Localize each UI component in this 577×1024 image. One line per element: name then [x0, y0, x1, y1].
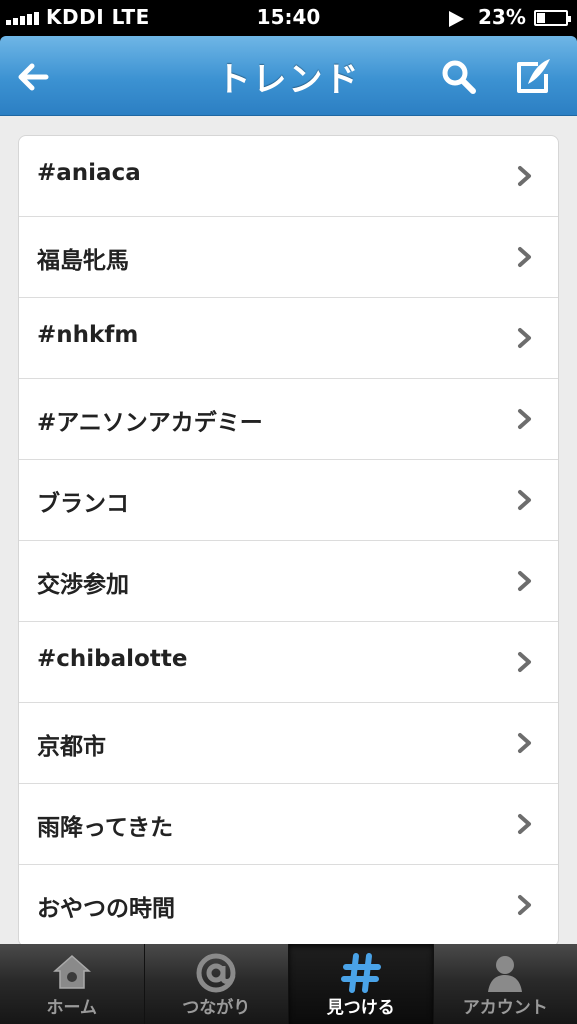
trend-row[interactable]: #aniaca	[19, 136, 558, 217]
trend-label: 雨降ってきた	[37, 815, 174, 841]
chevron-right-icon	[518, 733, 531, 753]
chevron-right-icon	[518, 409, 531, 429]
trend-label: #アニソンアカデミー	[37, 410, 263, 436]
tab-connect[interactable]: つながり	[145, 944, 289, 1024]
tab-bar: ホーム つながり 見つける アカウント	[0, 944, 577, 1024]
tab-discover[interactable]: 見つける	[289, 944, 434, 1024]
chevron-right-icon	[518, 571, 531, 591]
trend-row[interactable]: ブランコ	[19, 460, 558, 541]
chevron-right-icon	[518, 652, 531, 672]
trend-row[interactable]: 交渉参加	[19, 541, 558, 622]
person-icon	[488, 956, 523, 992]
trend-label: 京都市	[37, 734, 106, 760]
trend-label: #aniaca	[37, 160, 141, 186]
chevron-right-icon	[518, 895, 531, 915]
tab-label-discover: 見つける	[326, 998, 395, 1018]
chevron-right-icon	[518, 328, 531, 348]
chevron-right-icon	[518, 814, 531, 834]
status-bar: KDDI LTE 15:40 23%	[0, 0, 577, 36]
trend-row[interactable]: #chibalotte	[19, 622, 558, 703]
trend-label: おやつの時間	[37, 896, 175, 922]
at-icon	[196, 953, 236, 993]
trend-label: 福島牝馬	[37, 248, 129, 274]
battery-icon	[534, 10, 571, 26]
tab-label-connect: つながり	[182, 998, 251, 1018]
search-icon	[442, 60, 476, 94]
home-icon	[52, 954, 91, 989]
battery-percentage: 23%	[478, 5, 526, 29]
trend-list: #aniaca 福島牝馬 #nhkfm #アニソンアカデミー ブランコ交渉参加 #chib…	[18, 135, 559, 947]
trend-label: 交渉参加	[37, 572, 129, 598]
tab-label-home: ホーム	[46, 998, 98, 1018]
compose-icon	[517, 59, 550, 93]
content-area: #aniaca 福島牝馬 #nhkfm #アニソンアカデミー ブランコ交渉参加 #chib…	[0, 116, 577, 947]
trend-label: #nhkfm	[37, 322, 139, 348]
tab-account[interactable]: アカウント	[434, 944, 577, 1024]
play-icon	[449, 11, 464, 27]
page-title: トレンド	[216, 60, 361, 100]
trend-label: #chibalotte	[37, 646, 188, 672]
chevron-right-icon	[518, 490, 531, 510]
trend-row[interactable]: 福島牝馬	[19, 217, 558, 298]
chevron-right-icon	[518, 166, 531, 186]
trend-row[interactable]: 京都市	[19, 703, 558, 784]
tab-label-account: アカウント	[462, 998, 548, 1018]
compose-button[interactable]	[510, 54, 556, 100]
trend-row[interactable]: おやつの時間	[19, 865, 558, 946]
trend-label: ブランコ	[37, 491, 129, 517]
trend-row[interactable]: #アニソンアカデミー	[19, 379, 558, 460]
trend-row[interactable]: #nhkfm	[19, 298, 558, 379]
hashtag-icon	[340, 953, 381, 993]
chevron-right-icon	[518, 247, 531, 267]
trend-row[interactable]: 雨降ってきた	[19, 784, 558, 865]
navigation-bar: トレンド	[0, 36, 577, 116]
search-button[interactable]	[436, 54, 482, 100]
tab-home[interactable]: ホーム	[0, 944, 145, 1024]
